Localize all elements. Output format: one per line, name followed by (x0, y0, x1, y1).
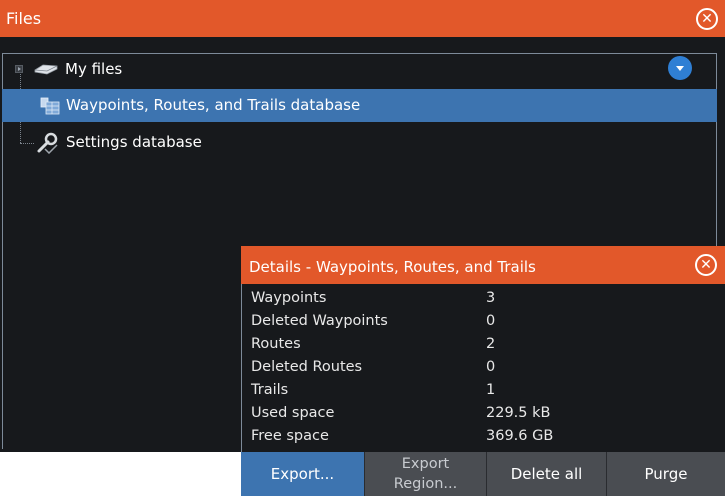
detail-row: Deleted Waypoints 0 (242, 311, 725, 332)
export-button[interactable]: Export... (241, 452, 364, 496)
detail-key: Free space (251, 428, 329, 444)
detail-row: Waypoints 3 (242, 288, 725, 309)
purge-label: Purge (644, 465, 688, 483)
details-dialog: Details - Waypoints, Routes, and Trails … (241, 246, 725, 496)
tree-item-my-files[interactable]: My files (2, 53, 717, 86)
detail-value: 2 (486, 336, 496, 352)
detail-key: Deleted Routes (251, 359, 363, 375)
files-title-bar: Files ✕ (0, 0, 725, 37)
details-title: Details - Waypoints, Routes, and Trails (249, 258, 536, 276)
delete-all-button[interactable]: Delete all (486, 452, 606, 496)
drive-icon (34, 64, 58, 75)
detail-row: Used space 229.5 kB (242, 403, 725, 424)
detail-row: Routes 2 (242, 334, 725, 355)
export-region-button[interactable]: Export Region... (364, 452, 486, 496)
detail-key: Trails (251, 382, 289, 398)
detail-key: Deleted Waypoints (251, 313, 388, 329)
database-icon (40, 97, 60, 115)
delete-all-label: Delete all (510, 465, 583, 483)
tree-item-label: Waypoints, Routes, and Trails database (66, 96, 361, 114)
settings-database-icon (37, 132, 58, 154)
detail-value: 0 (486, 313, 496, 329)
detail-row: Deleted Routes 0 (242, 357, 725, 378)
export-region-label-line2: Region... (393, 476, 458, 492)
export-button-label: Export... (270, 465, 335, 483)
details-list: Waypoints 3 Deleted Waypoints 0 Routes 2… (241, 284, 725, 452)
expand-icon[interactable] (15, 65, 23, 73)
detail-key: Used space (251, 405, 335, 421)
detail-value: 1 (486, 382, 496, 398)
detail-value: 3 (486, 290, 496, 306)
files-title: Files (6, 9, 42, 28)
detail-key: Waypoints (251, 290, 327, 306)
chevron-down-icon[interactable] (668, 56, 692, 80)
details-title-bar: Details - Waypoints, Routes, and Trails … (241, 246, 725, 284)
detail-value: 369.6 GB (486, 428, 554, 444)
details-button-bar: Export... Export Region... Delete all Pu… (241, 452, 725, 496)
files-close-icon[interactable]: ✕ (696, 8, 718, 30)
tree-item-label: Settings database (66, 133, 202, 151)
detail-row: Free space 369.6 GB (242, 426, 725, 447)
detail-row: Trails 1 (242, 380, 725, 401)
tree-item-settings-database[interactable]: Settings database (2, 126, 717, 159)
purge-button[interactable]: Purge (606, 452, 725, 496)
tree-item-label: My files (65, 60, 123, 78)
detail-value: 0 (486, 359, 496, 375)
export-region-label-line1: Export (401, 456, 450, 472)
detail-value: 229.5 kB (486, 405, 551, 421)
detail-key: Routes (251, 336, 301, 352)
details-close-icon[interactable]: ✕ (695, 254, 717, 276)
tree-item-waypoints-database[interactable]: Waypoints, Routes, and Trails database (2, 89, 717, 122)
